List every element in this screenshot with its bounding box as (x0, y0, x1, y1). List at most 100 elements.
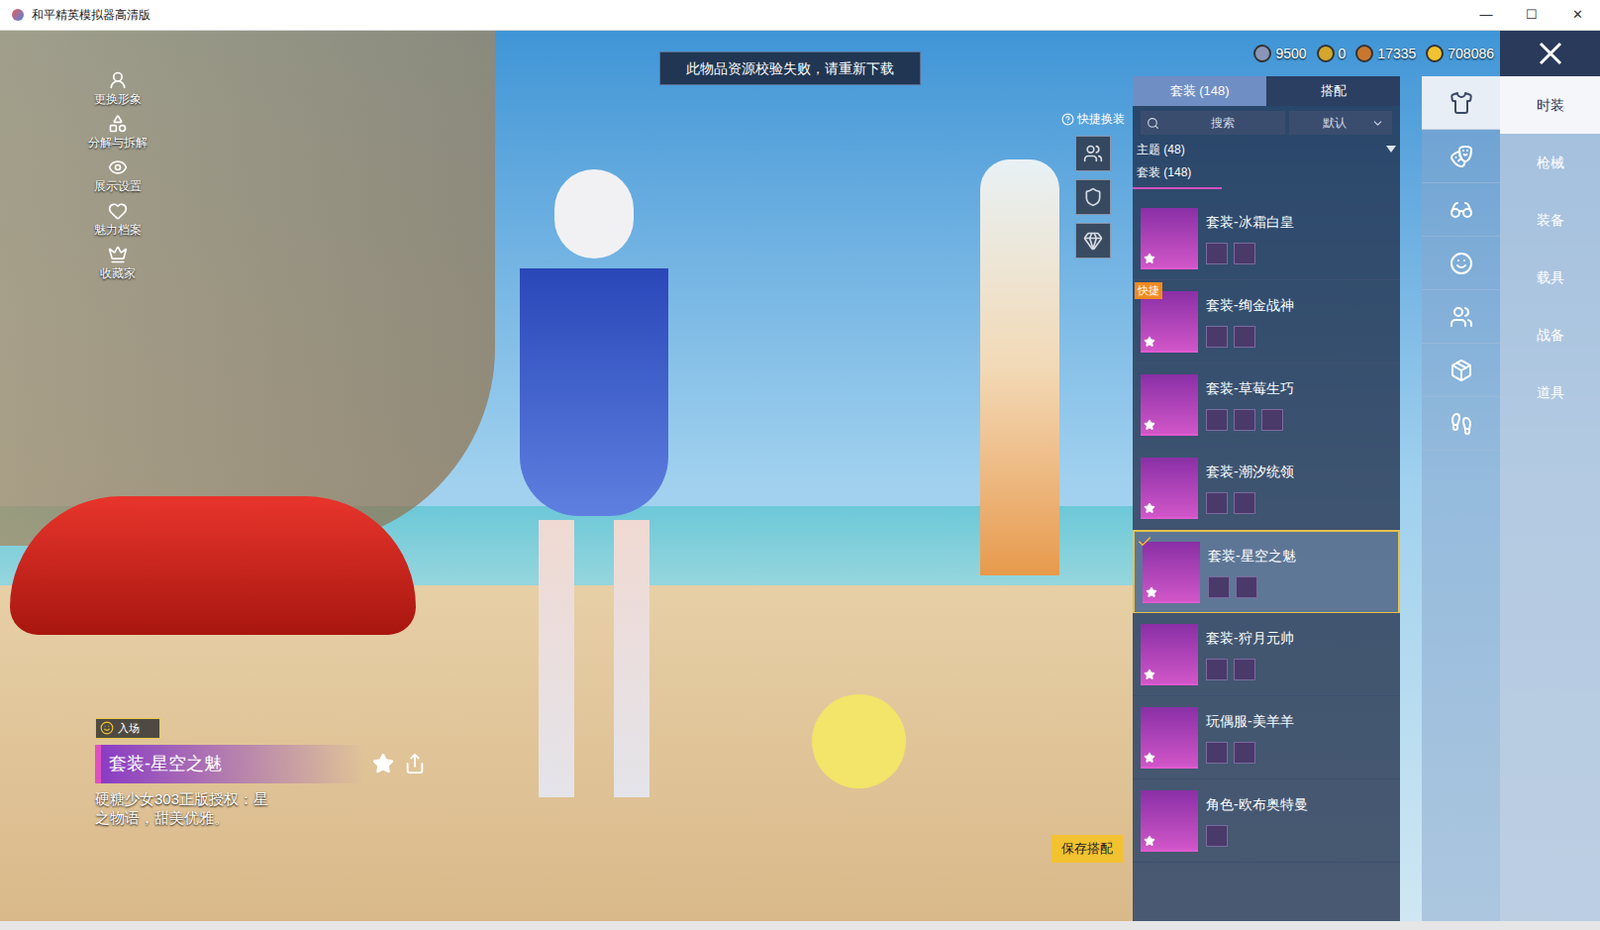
part-thumbnail (1205, 492, 1228, 514)
category-icon (1449, 198, 1474, 222)
coin-icon (1355, 44, 1374, 63)
part-thumbnail (1233, 408, 1256, 431)
entry-badge: 入场 (95, 717, 161, 739)
star-icon (1143, 418, 1156, 431)
right-group: 9500017335708086套装 (148)搭配搜索默认主题 (48)套装 … (1132, 30, 1500, 921)
outfit-item[interactable]: 角色-欧布奥特曼 (1132, 779, 1400, 863)
icon-tab[interactable] (1421, 76, 1500, 130)
currency: 9500 (1253, 43, 1306, 65)
star-icon (1145, 586, 1158, 599)
scene: 此物品资源校验失败，请重新下载更换形象分解与拆解展示设置魅力档案收藏家快捷换装入… (0, 30, 1133, 921)
quick-swap-slot[interactable] (1075, 135, 1111, 172)
theme-filter[interactable]: 主题 (48) (1132, 139, 1400, 160)
toast: 此物品资源校验失败，请重新下载 (659, 51, 921, 86)
outfit-list: 套装-冰霜白皇套装-绚金战神快捷套装-草莓生巧套装-潮汐统领套装-星空之魅套装-… (1132, 197, 1400, 863)
category-tab[interactable]: 装备 (1500, 191, 1600, 249)
section-label: 套装 (148) (1132, 159, 1222, 190)
part-thumbnail (1205, 325, 1228, 348)
share-icon[interactable] (403, 752, 426, 775)
category-icon (1449, 411, 1474, 436)
left-menu: 更换形象分解与拆解展示设置魅力档案收藏家 (83, 70, 153, 283)
part-thumbnail (1233, 492, 1256, 514)
menu-icon (107, 157, 128, 178)
close-button[interactable] (1500, 30, 1600, 77)
coin-icon (1316, 44, 1335, 63)
category-column: 时装枪械装备载具战备道具 (1500, 30, 1600, 921)
outfit-item[interactable]: 套装-绚金战神快捷 (1132, 280, 1400, 364)
outfit-thumbnail (1140, 623, 1199, 686)
close-icon (1537, 40, 1564, 67)
category-tab[interactable]: 枪械 (1500, 133, 1600, 192)
quick-badge: 快捷 (1134, 282, 1163, 300)
outfit-item[interactable]: 套装-草莓生巧 (1132, 363, 1400, 447)
panel-tabs: 套装 (148)搭配 (1132, 76, 1400, 106)
outfit-thumbnail (1140, 291, 1199, 353)
part-thumbnail (1233, 658, 1256, 681)
favorite-icon[interactable] (372, 752, 395, 775)
menu-icon (107, 113, 128, 134)
outfit-item[interactable]: 套装-狩月元帅 (1132, 612, 1400, 697)
left-menu-item[interactable]: 更换形象 (83, 70, 153, 108)
menu-icon (107, 70, 128, 91)
currency-bar: 9500017335708086 (1132, 36, 1500, 71)
star-icon (1143, 252, 1156, 265)
icon-tab[interactable] (1421, 397, 1500, 451)
sort-dropdown[interactable]: 默认 (1289, 110, 1393, 135)
left-menu-item[interactable]: 魅力档案 (83, 200, 153, 239)
search-field[interactable]: 搜索 (1140, 110, 1286, 135)
window-control[interactable]: ☐ (1508, 0, 1555, 30)
character (495, 169, 694, 803)
panel-tab[interactable]: 套装 (148) (1132, 76, 1267, 106)
quick-swap-slot[interactable] (1075, 179, 1111, 215)
chevron-icon (1371, 116, 1385, 130)
category-tab[interactable]: 战备 (1500, 305, 1600, 364)
save-button[interactable]: 保存搭配 (1051, 834, 1123, 863)
part-thumbnail (1205, 242, 1228, 265)
star-icon (1143, 751, 1156, 764)
app-icon (11, 8, 24, 21)
outfit-item[interactable]: 套装-潮汐统领 (1132, 446, 1400, 530)
left-menu-item[interactable]: 收藏家 (83, 244, 153, 283)
quick-swap-slot[interactable] (1075, 222, 1111, 259)
part-thumbnail (1233, 741, 1256, 764)
part-thumbnail (1205, 824, 1228, 847)
outfit-panel: 套装 (148)搭配搜索默认主题 (48)套装 (148)套装-冰霜白皇套装-绚… (1132, 76, 1400, 921)
outfit-thumbnail (1140, 706, 1199, 769)
currency: 17335 (1355, 43, 1416, 65)
help-icon[interactable] (1061, 112, 1075, 126)
outfit-thumbnail (1140, 207, 1199, 270)
pet-chick (811, 694, 906, 789)
icon-tab[interactable] (1421, 129, 1500, 184)
part-thumbnail (1235, 576, 1258, 599)
title-bar: 和平精英模拟器高清版—☐✕ (0, 0, 1600, 31)
icon-tab[interactable] (1421, 343, 1500, 398)
item-detail: 入场套装-星空之魅硬糖少女303正版授权：星之物语，甜美优雅。 (95, 717, 432, 827)
panel-tab[interactable]: 搭配 (1266, 76, 1400, 106)
item-description: 硬糖少女303正版授权：星之物语，甜美优雅。 (95, 789, 274, 827)
window-control[interactable]: — (1463, 0, 1509, 30)
outfit-thumbnail (1140, 790, 1199, 852)
category-tab[interactable]: 时装 (1500, 76, 1600, 134)
left-menu-item[interactable]: 展示设置 (83, 157, 153, 196)
search-icon (1146, 116, 1160, 130)
window-control[interactable]: ✕ (1554, 0, 1600, 30)
currency: 0 (1316, 43, 1347, 65)
category-tab[interactable]: 道具 (1500, 363, 1600, 421)
category-icon (1449, 304, 1474, 329)
outfit-thumbnail (1142, 541, 1200, 603)
part-thumbnail (1205, 741, 1228, 764)
star-icon (1143, 668, 1156, 681)
ship (0, 30, 496, 546)
icon-tab[interactable] (1421, 183, 1500, 237)
left-menu-item[interactable]: 分解与拆解 (83, 113, 153, 152)
outfit-item[interactable]: 套装-星空之魅 (1132, 529, 1400, 613)
icon-tab[interactable] (1421, 290, 1500, 344)
car (9, 496, 416, 635)
outfit-item[interactable]: 套装-冰霜白皇 (1132, 197, 1400, 281)
coin-icon (1425, 44, 1444, 63)
outfit-item[interactable]: 玩偶服-美羊羊 (1132, 696, 1400, 780)
icon-tab[interactable] (1421, 236, 1500, 291)
category-tab[interactable]: 载具 (1500, 248, 1600, 306)
part-thumbnail (1205, 408, 1228, 431)
taskbar (0, 920, 1600, 930)
